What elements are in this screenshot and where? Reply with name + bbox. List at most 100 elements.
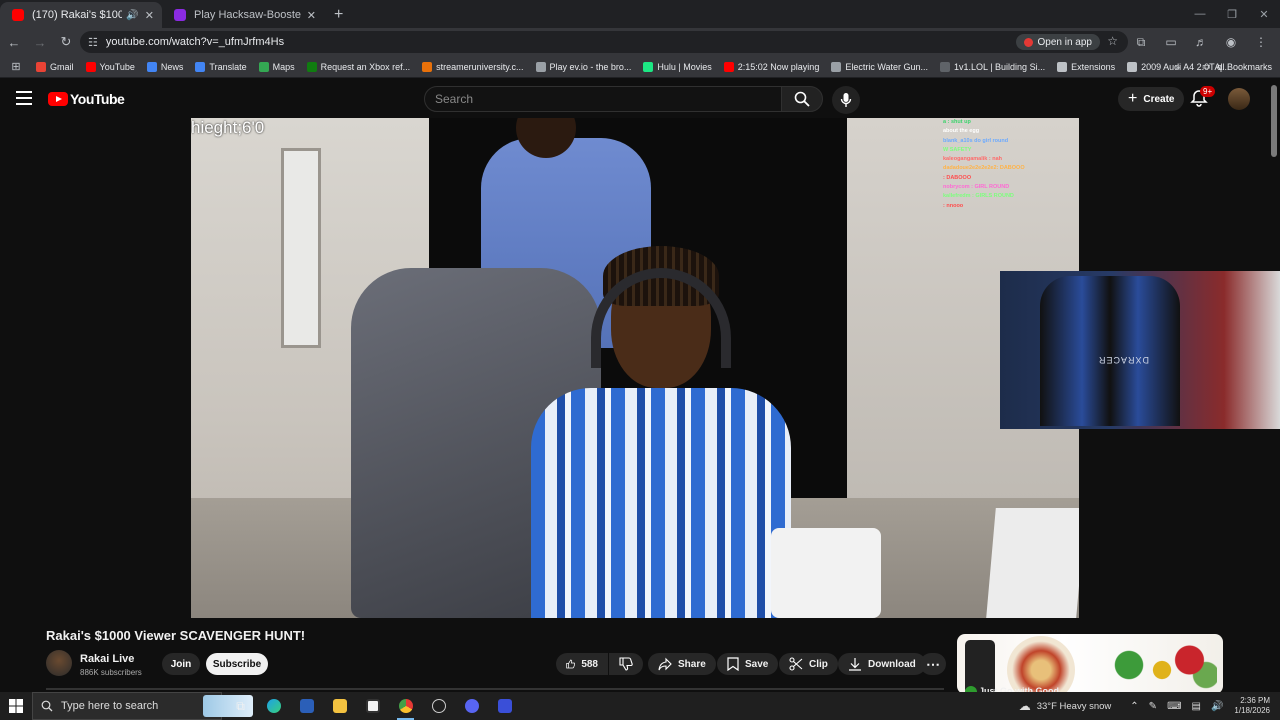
youtube-logo[interactable]: YouTube (48, 91, 125, 107)
chat-message: W SAFETY (943, 146, 972, 153)
cast-icon[interactable]: ▭ (1158, 32, 1184, 52)
volume-icon[interactable]: 🔊 (1211, 701, 1223, 712)
bookmark-item[interactable]: News (146, 61, 184, 72)
channel-name[interactable]: Rakai Live (80, 653, 134, 665)
more-bookmarks-icon[interactable]: » (1175, 62, 1180, 72)
share-button[interactable]: Share (648, 653, 716, 675)
share-label: Share (678, 658, 706, 670)
window-controls: — ❐ ✕ (1184, 0, 1280, 28)
media-icon[interactable]: ♬ (1188, 32, 1214, 52)
bookmark-label: News (160, 61, 184, 72)
bookmark-item[interactable]: Hulu | Movies (643, 61, 712, 72)
extensions-icon[interactable]: ⧉ (1128, 32, 1154, 52)
snow-cloud-icon: ☁ (1018, 699, 1031, 713)
bookmark-item[interactable]: YouTube (85, 61, 135, 72)
chat-message: blank_a10s do girl round (943, 137, 1009, 144)
search-button[interactable] (781, 86, 823, 112)
close-tab-icon[interactable]: ✕ (307, 9, 316, 22)
chat-message: dadadoue2e2e2e2e2: DABOOO (943, 165, 1025, 172)
menu-kebab-icon[interactable]: ⋮ (1248, 32, 1274, 52)
more-actions-button[interactable]: ⋯ (920, 653, 946, 675)
close-tab-icon[interactable]: ✕ (145, 9, 154, 22)
start-button[interactable] (0, 692, 32, 720)
clock[interactable]: 2:36 PM 1/18/2026 (1234, 696, 1270, 716)
bookmark-item[interactable]: Translate (195, 61, 247, 72)
chat-message: kallefredm : GIRLS ROUND (943, 193, 1014, 200)
chevron-up-icon[interactable]: ⌃ (1130, 701, 1138, 712)
restore-icon[interactable]: ❐ (1216, 0, 1248, 28)
folder-icon: ▭ (1201, 61, 1211, 71)
bookmark-item[interactable]: Electric Water Gun... (831, 61, 928, 72)
youtube-header: YouTube Search + Create 9+ (0, 79, 1280, 119)
dislike-button[interactable] (609, 653, 643, 675)
weather-widget[interactable]: ☁ 33°F Heavy snow (1019, 699, 1112, 713)
discord-icon[interactable] (455, 692, 488, 720)
bookmark-label: 1v1.LOL | Building Si... (954, 61, 1046, 72)
save-button[interactable]: Save (717, 653, 779, 675)
task-view-icon[interactable]: ⧉ (224, 692, 257, 720)
clip-button[interactable]: Clip (779, 653, 838, 675)
bookmark-item[interactable]: Request an Xbox ref... (306, 61, 410, 72)
store-icon[interactable] (356, 692, 389, 720)
bookmark-item[interactable]: Play ev.io - the bro... (535, 61, 631, 72)
app-icon[interactable] (488, 692, 521, 720)
chair-brand-text: DXRACER (1098, 355, 1150, 365)
tab-youtube[interactable]: (170) Rakai's $1000 Viewer 🔊 ✕ (0, 2, 162, 28)
search-icon (794, 91, 810, 107)
chrome-icon[interactable] (389, 692, 422, 720)
notifications-button[interactable]: 9+ (1190, 86, 1216, 111)
network-icon[interactable]: ▤ (1192, 701, 1201, 712)
video-player[interactable]: hieght;6'0 a : shut up about the egg blank… (191, 118, 1079, 618)
site-info-icon[interactable]: ☷ (88, 36, 98, 49)
profile-icon[interactable]: ◉ (1218, 32, 1244, 52)
bookmark-item[interactable]: Gmail (36, 61, 74, 72)
bookmark-item[interactable]: 1v1.LOL | Building Si... (940, 61, 1046, 72)
video-cup (771, 528, 881, 618)
search-icon (41, 700, 53, 712)
like-button[interactable]: 588 (556, 653, 608, 675)
subscribe-button[interactable]: Subscribe (206, 653, 268, 675)
xbox-icon[interactable] (422, 692, 455, 720)
bookmark-favicon-icon (723, 61, 734, 72)
video-info: Rakai's $1000 Viewer SCAVENGER HUNT! Rak… (0, 618, 1280, 694)
subscriber-count: 886K subscribers (80, 668, 142, 677)
edge-icon[interactable] (257, 692, 290, 720)
keyboard-icon[interactable]: ⌨ (1167, 701, 1181, 712)
open-in-app-button[interactable]: Open in app (1015, 34, 1100, 50)
word-icon[interactable] (290, 692, 323, 720)
bookmark-item[interactable]: Maps (258, 61, 295, 72)
back-arrow-icon[interactable]: ← (2, 30, 26, 54)
bookmark-star-icon[interactable]: ☆ (1107, 34, 1118, 48)
bookmark-favicon-icon (535, 61, 546, 72)
pen-icon[interactable]: ✎ (1149, 701, 1157, 712)
create-button[interactable]: + Create (1118, 87, 1185, 111)
address-bar[interactable]: ☷ youtube.com/watch?v=_ufmJrfm4Hs Open i… (80, 31, 1128, 53)
bookmark-label: YouTube (99, 61, 135, 72)
download-button[interactable]: Download (838, 653, 926, 675)
close-window-icon[interactable]: ✕ (1248, 0, 1280, 28)
voice-search-button[interactable] (832, 86, 860, 114)
channel-avatar[interactable] (46, 650, 72, 676)
bookmark-item[interactable]: streameruniversity.c... (422, 61, 524, 72)
bookmark-item[interactable]: Extensions (1057, 61, 1115, 72)
file-explorer-icon[interactable] (323, 692, 356, 720)
speaker-icon[interactable]: 🔊 (126, 10, 138, 21)
new-tab-button[interactable]: + (324, 2, 353, 28)
minimize-icon[interactable]: — (1184, 0, 1216, 28)
bookmark-item[interactable]: 2:15:02 Now playing (723, 61, 819, 72)
reload-icon[interactable]: ↻ (54, 30, 78, 54)
apps-grid-icon[interactable]: ⊞ (4, 55, 28, 79)
search-input[interactable]: Search (424, 86, 782, 112)
taskbar-search[interactable]: Type here to search (32, 692, 253, 720)
taskbar-search-placeholder: Type here to search (61, 700, 159, 712)
join-button[interactable]: Join (162, 653, 200, 675)
tab-hacksaw[interactable]: Play Hacksaw-Boosted-RTP Ca ✕ (162, 2, 324, 28)
plus-icon: + (1128, 90, 1138, 107)
account-avatar[interactable] (1228, 88, 1250, 110)
all-bookmarks-link[interactable]: All Bookmarks (1214, 62, 1272, 72)
forward-arrow-icon[interactable]: → (28, 30, 52, 54)
page-scrollbar[interactable] (1271, 85, 1277, 157)
ad-banner[interactable]: Just Go with Good (957, 634, 1223, 694)
hamburger-menu-icon[interactable] (16, 91, 32, 105)
address-toolbar: ← → ↻ ☷ youtube.com/watch?v=_ufmJrfm4Hs … (0, 28, 1280, 56)
